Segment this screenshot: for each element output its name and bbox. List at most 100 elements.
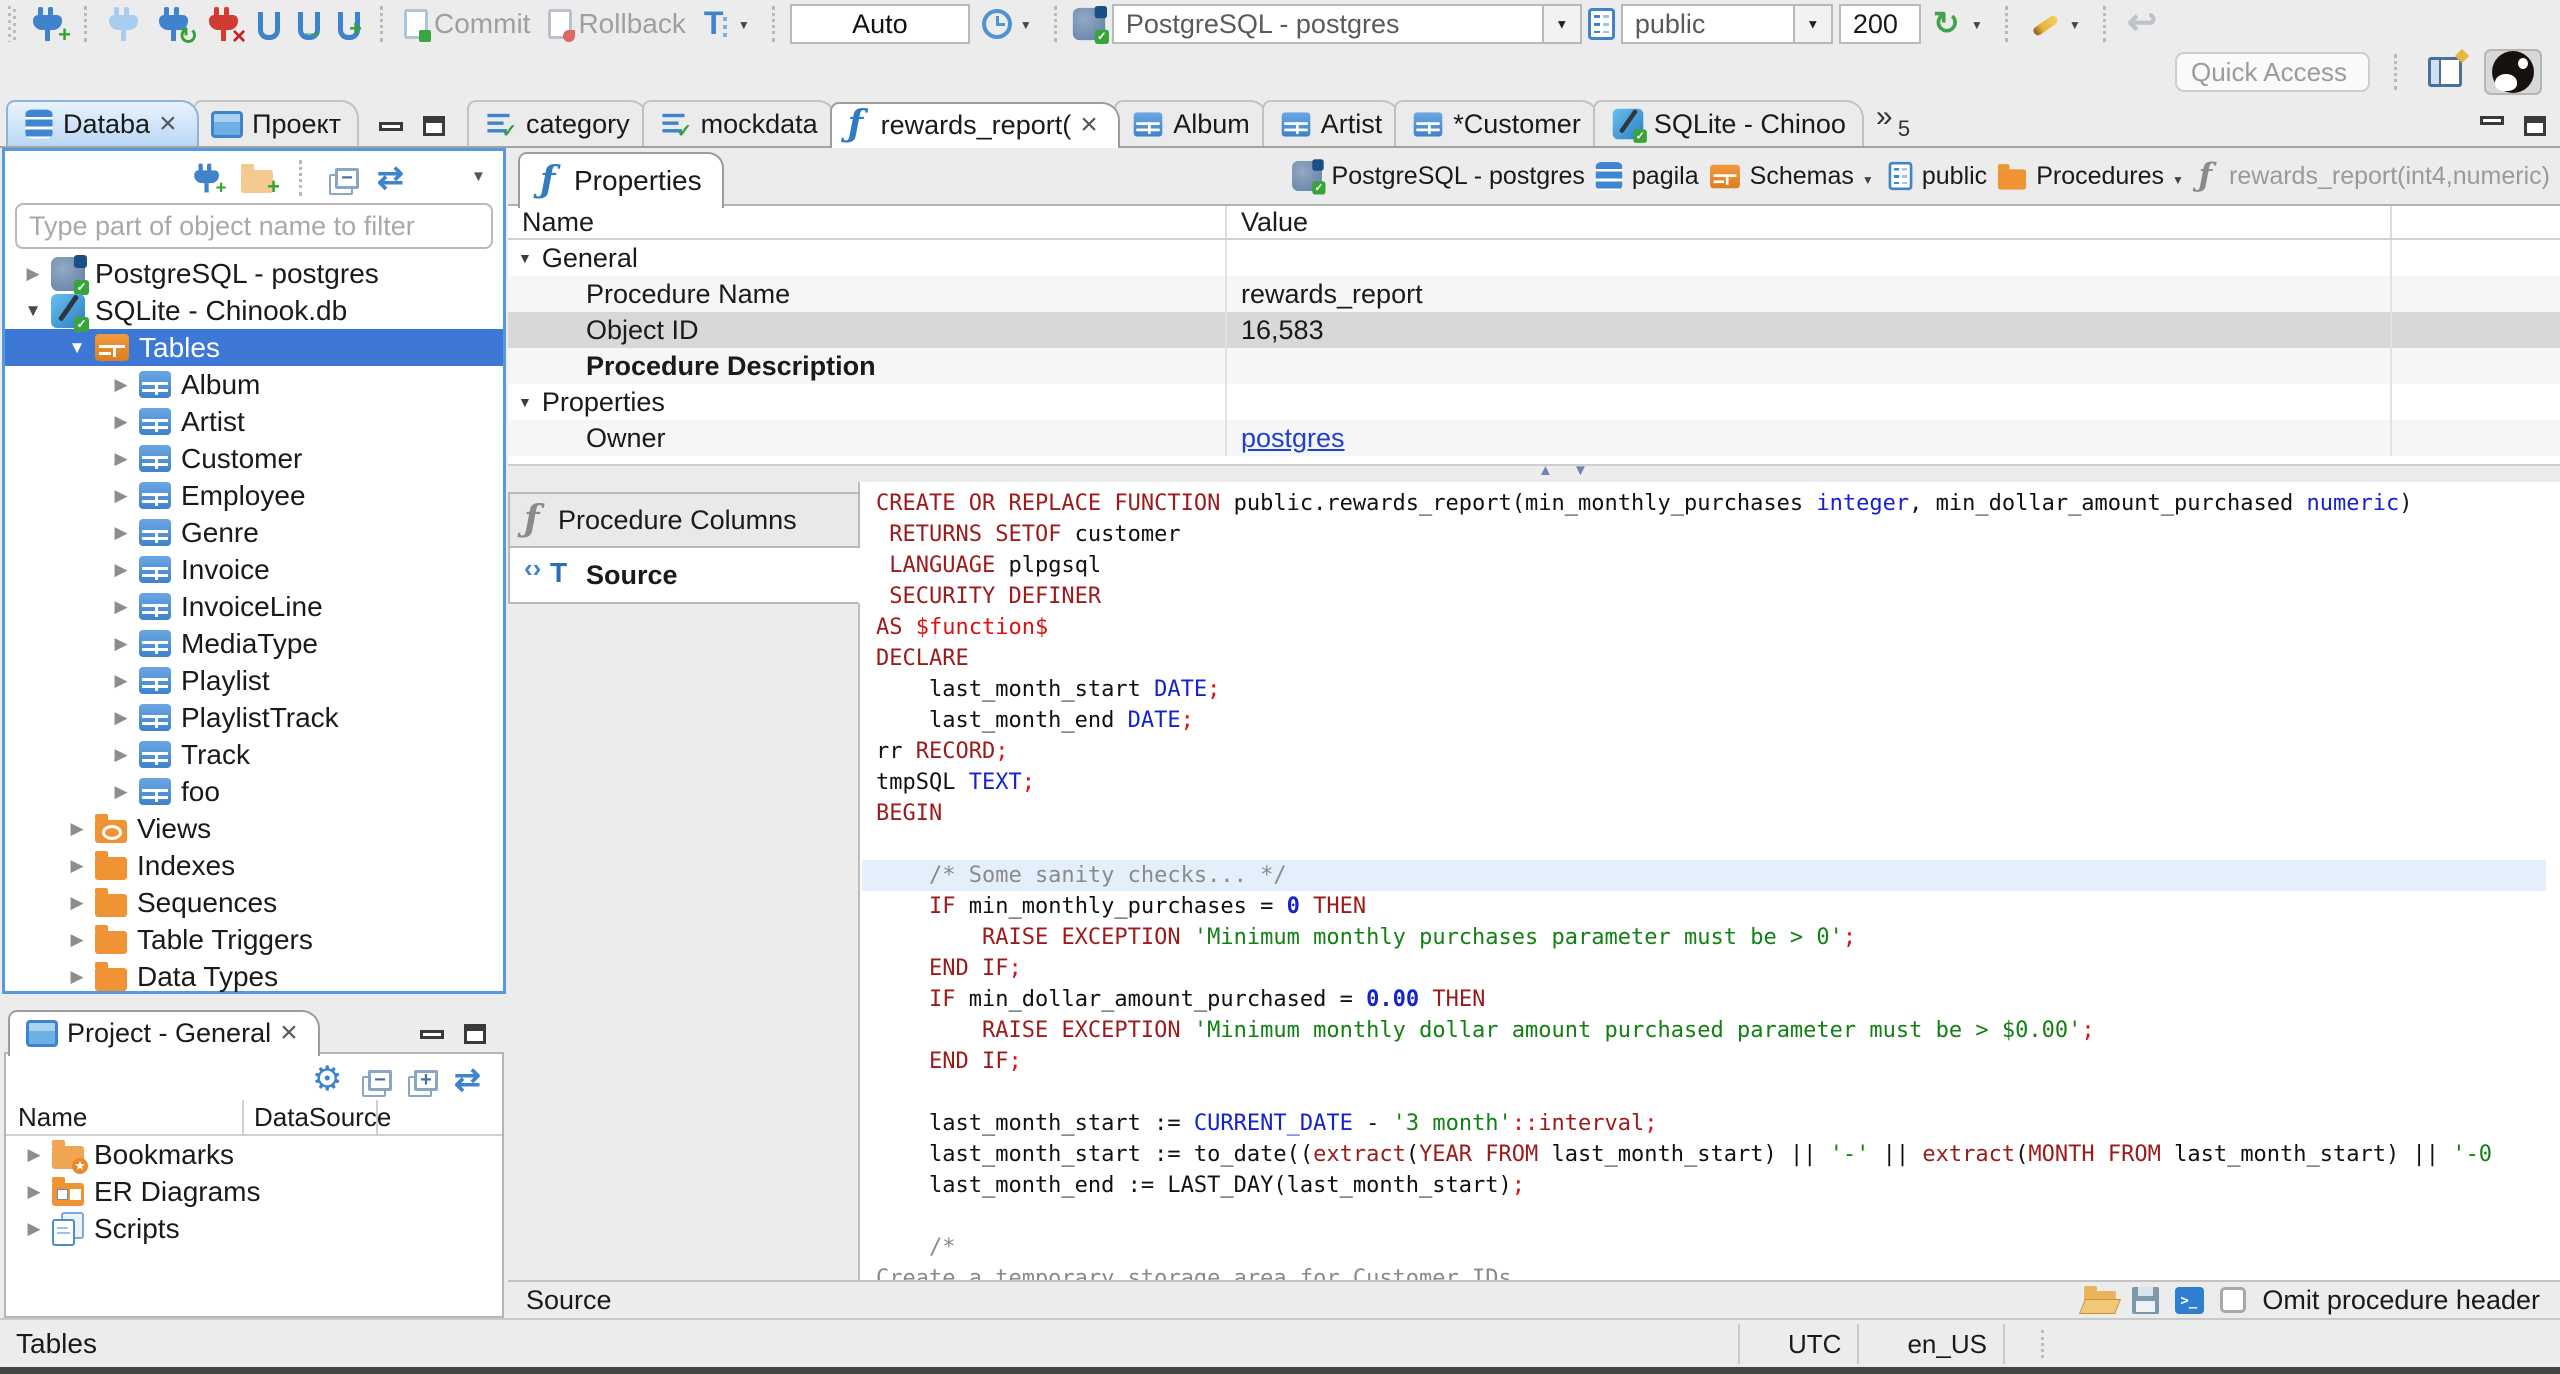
breadcrumb-schema[interactable]: public xyxy=(1887,160,1987,192)
expander-icon[interactable]: ▼ xyxy=(59,338,95,358)
expander-icon[interactable]: ▶ xyxy=(103,634,139,654)
link-with-editor-icon[interactable] xyxy=(454,1060,490,1098)
expander-icon[interactable]: ▶ xyxy=(103,782,139,802)
commit-button[interactable]: Commit xyxy=(398,2,536,46)
tree-item-mediatype[interactable]: ▶ MediaType xyxy=(5,625,503,662)
open-file-icon[interactable] xyxy=(2084,1285,2117,1314)
tree-item-sqlite-chinook-db[interactable]: ▼ SQLite - Chinook.db xyxy=(5,292,503,332)
property-row-object-id[interactable]: Object ID 16,583 xyxy=(508,312,2560,348)
tree-item-sequences[interactable]: ▶ Sequences xyxy=(5,884,503,921)
minimize-icon[interactable] xyxy=(2480,116,2504,125)
expander-icon[interactable]: ▶ xyxy=(59,819,95,839)
omit-header-checkbox[interactable] xyxy=(2220,1287,2247,1313)
expander-icon[interactable]: ▶ xyxy=(103,745,139,765)
connect-button[interactable] xyxy=(102,2,146,46)
rollback-button[interactable]: Rollback xyxy=(542,2,691,46)
expander-icon[interactable]: ▶ xyxy=(103,708,139,728)
navigator-filter-input[interactable] xyxy=(15,203,493,249)
open-perspective-button[interactable] xyxy=(2422,50,2468,94)
gear-icon[interactable] xyxy=(312,1059,346,1099)
query-history-button[interactable] xyxy=(976,2,1040,46)
tree-item-bookmarks[interactable]: ▶ Bookmarks xyxy=(6,1136,502,1174)
tree-item-artist[interactable]: ▶ Artist xyxy=(5,403,503,440)
expander-icon[interactable]: ▶ xyxy=(103,486,139,506)
tab-overflow-button[interactable]: 5 xyxy=(1876,100,1922,141)
property-row-owner[interactable]: Owner postgres xyxy=(508,420,2560,456)
tree-item-foo[interactable]: ▶ foo xyxy=(5,773,503,810)
tab-database-navigator[interactable]: Databa xyxy=(6,100,200,146)
dropdown-arrow-icon[interactable] xyxy=(1792,6,1831,42)
expander-icon[interactable]: ▶ xyxy=(103,560,139,580)
tab-category[interactable]: category xyxy=(467,100,648,146)
tab-source[interactable]: Source xyxy=(508,548,860,604)
quick-access-input[interactable]: Quick Access xyxy=(2175,52,2370,92)
new-sql-editor-button[interactable]: + xyxy=(332,2,366,46)
tree-item-genre[interactable]: ▶ Genre xyxy=(5,514,503,551)
grid-header-value[interactable]: Value xyxy=(1227,206,2392,238)
close-icon[interactable] xyxy=(280,1018,302,1049)
maximize-icon[interactable] xyxy=(464,1024,486,1044)
grid-header-name[interactable]: Name xyxy=(508,206,1227,238)
view-menu-icon[interactable] xyxy=(471,168,491,188)
group-row-properties[interactable]: Properties xyxy=(508,384,2560,420)
expander-icon[interactable]: ▶ xyxy=(103,412,139,432)
property-row-procedure-description[interactable]: Procedure Description xyxy=(508,348,2560,384)
property-row-procedure-name[interactable]: Procedure Name rewards_report xyxy=(508,276,2560,312)
tree-item-playlisttrack[interactable]: ▶ PlaylistTrack xyxy=(5,699,503,736)
expander-icon[interactable]: ▶ xyxy=(16,1182,52,1202)
expander-icon[interactable]: ▼ xyxy=(15,301,51,321)
close-icon[interactable] xyxy=(159,109,181,140)
timezone-label[interactable]: UTC xyxy=(1772,1329,1857,1360)
splitter[interactable] xyxy=(508,464,2560,482)
save-icon[interactable] xyxy=(2132,1286,2160,1314)
dropdown-arrow-icon[interactable] xyxy=(1541,6,1580,42)
tree-item-views[interactable]: ▶ Views xyxy=(5,810,503,847)
maximize-icon[interactable] xyxy=(423,116,446,136)
auto-refresh-button[interactable] xyxy=(1927,2,1991,46)
breadcrumb-schemas[interactable]: Schemas xyxy=(1708,162,1878,191)
splitter-collapse-icon[interactable] xyxy=(1538,462,1596,479)
breadcrumb-procedure[interactable]: rewards_report(int4,numeric) xyxy=(2197,157,2550,194)
tree-item-playlist[interactable]: ▶ Playlist xyxy=(5,662,503,699)
new-folder-icon[interactable]: + xyxy=(241,163,280,197)
new-connection-button[interactable]: + xyxy=(26,2,71,46)
expander-icon[interactable]: ▶ xyxy=(103,671,139,691)
column-header-name[interactable]: Name xyxy=(6,1100,244,1134)
group-row-general[interactable]: General xyxy=(508,240,2560,276)
minimize-icon[interactable] xyxy=(420,1029,444,1039)
tab-project-general[interactable]: Project - General xyxy=(8,1010,321,1056)
tab-procedure-columns[interactable]: Procedure Columns xyxy=(508,492,860,548)
tab-customer[interactable]: *Customer xyxy=(1394,100,1599,146)
transaction-mode-select[interactable]: Auto xyxy=(789,4,970,44)
minimize-icon[interactable] xyxy=(379,121,404,131)
transaction-mode-button[interactable] xyxy=(698,2,758,46)
tree-item-album[interactable]: ▶ Album xyxy=(5,366,503,403)
tree-item-invoiceline[interactable]: ▶ InvoiceLine xyxy=(5,588,503,625)
expander-icon[interactable]: ▶ xyxy=(59,930,95,950)
tree-item-invoice[interactable]: ▶ Invoice xyxy=(5,551,503,588)
expander-icon[interactable]: ▶ xyxy=(59,967,95,987)
new-connection-icon[interactable]: + xyxy=(193,163,227,196)
close-icon[interactable] xyxy=(1080,110,1102,141)
tree-item-employee[interactable]: ▶ Employee xyxy=(5,477,503,514)
tree-item-er-diagrams[interactable]: ▶ ER Diagrams xyxy=(6,1173,502,1210)
fetch-size-input[interactable]: 200 xyxy=(1838,4,1921,44)
tab-projects[interactable]: Проект xyxy=(193,100,360,146)
tree-item-tables[interactable]: ▼ Tables xyxy=(5,329,503,366)
tree-item-postgresql-postgres[interactable]: ▶ PostgreSQL - postgres xyxy=(5,254,503,295)
maximize-icon[interactable] xyxy=(2524,116,2546,136)
column-header-datasource[interactable]: DataSource xyxy=(244,1100,391,1134)
recent-sql-editor-button[interactable]: → xyxy=(292,2,326,46)
owner-link[interactable]: postgres xyxy=(1241,423,1345,454)
dbeaver-perspective-button[interactable] xyxy=(2484,49,2542,95)
link-with-editor-icon[interactable] xyxy=(377,158,413,196)
breadcrumb-procedures[interactable]: Procedures xyxy=(1996,162,2188,191)
reconnect-button[interactable]: ↻ xyxy=(152,2,198,49)
expander-icon[interactable]: ▶ xyxy=(103,449,139,469)
tab-rewards-report[interactable]: rewards_report( xyxy=(829,102,1121,148)
back-button[interactable] xyxy=(2121,1,2167,46)
tab-properties[interactable]: Properties xyxy=(518,152,724,208)
expander-icon[interactable]: ▶ xyxy=(103,375,139,395)
tab-mockdata[interactable]: mockdata xyxy=(641,100,836,146)
expand-all-icon[interactable] xyxy=(414,1069,438,1091)
